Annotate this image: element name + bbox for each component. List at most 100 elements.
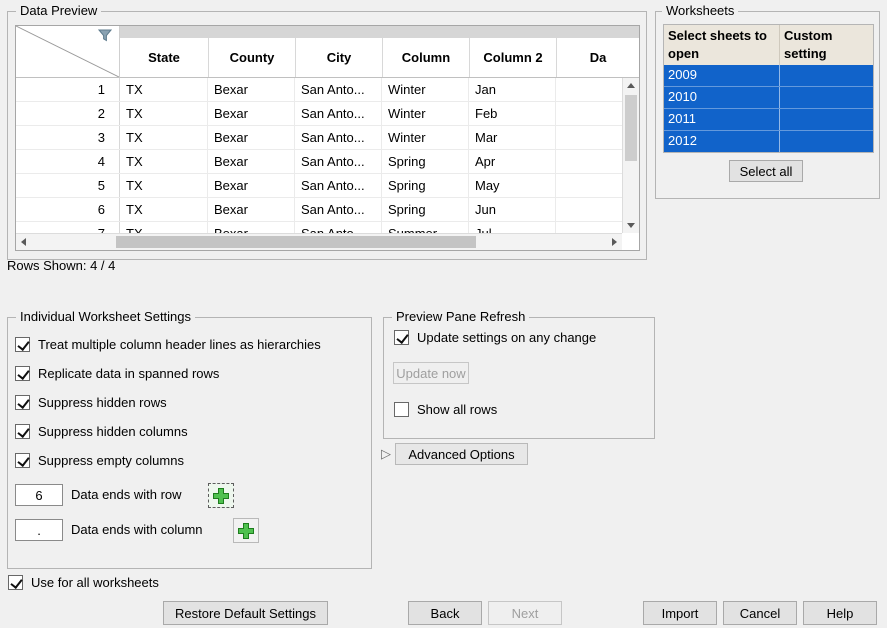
checkbox-suppress-hidden-rows[interactable]	[15, 395, 30, 410]
table-cell[interactable]: Bexar	[208, 174, 295, 197]
data-ends-column-input[interactable]	[15, 519, 63, 541]
table-cell[interactable]: TX	[120, 222, 208, 233]
table-row: 7TXBexarSan Anto...SummerJul	[16, 222, 622, 233]
table-cell[interactable]	[556, 222, 622, 233]
back-button[interactable]: Back	[408, 601, 482, 625]
table-cell[interactable]: Apr	[469, 150, 556, 173]
scroll-up-button[interactable]	[623, 78, 639, 93]
restore-default-settings-button[interactable]: Restore Default Settings	[163, 601, 328, 625]
table-cell[interactable]	[556, 102, 622, 125]
scroll-right-button[interactable]	[607, 234, 622, 250]
table-cell[interactable]: Spring	[382, 174, 469, 197]
table-cell[interactable]	[556, 126, 622, 149]
table-cell[interactable]: Summer	[382, 222, 469, 233]
table-cell[interactable]: May	[469, 174, 556, 197]
table-cell[interactable]	[556, 198, 622, 221]
worksheet-row-2011[interactable]: 2011	[664, 108, 873, 130]
row-number[interactable]: 1	[16, 78, 120, 101]
vertical-scrollbar[interactable]	[622, 78, 639, 233]
worksheet-row-2012[interactable]: 2012	[664, 130, 873, 152]
column-header-da[interactable]: Da	[556, 38, 639, 77]
row-number[interactable]: 6	[16, 198, 120, 221]
table-cell[interactable]: Spring	[382, 198, 469, 221]
table-cell[interactable]: Mar	[469, 126, 556, 149]
worksheet-row-2009[interactable]: 2009	[664, 65, 873, 86]
table-cell[interactable]	[556, 150, 622, 173]
column-header-city[interactable]: City	[295, 38, 382, 77]
update-on-change-checkbox[interactable]	[394, 330, 409, 345]
data-ends-row-input[interactable]	[15, 484, 63, 506]
select-all-button[interactable]: Select all	[729, 160, 803, 182]
checkbox-replicate-data-in-spanned-rows[interactable]	[15, 366, 30, 381]
help-button[interactable]: Help	[803, 601, 877, 625]
table-cell[interactable]: San Anto...	[295, 78, 382, 101]
table-cell[interactable]: Winter	[382, 78, 469, 101]
table-cell[interactable]: Winter	[382, 126, 469, 149]
table-cell[interactable]: TX	[120, 78, 208, 101]
table-cell[interactable]: San Anto...	[295, 174, 382, 197]
table-cell[interactable]: TX	[120, 174, 208, 197]
checkbox-treat-multiple-column-header-lines-as-hierarchies[interactable]	[15, 337, 30, 352]
disclosure-triangle-icon[interactable]: ▷	[381, 445, 391, 463]
table-cell[interactable]: Bexar	[208, 198, 295, 221]
table-cell[interactable]: San Anto...	[295, 222, 382, 233]
table-cell[interactable]: San Anto...	[295, 102, 382, 125]
table-cell[interactable]	[556, 174, 622, 197]
table-cell[interactable]: Jun	[469, 198, 556, 221]
column-header-column[interactable]: Column	[382, 38, 469, 77]
arrow-right-icon	[612, 238, 617, 246]
settings-checkbox-row: Treat multiple column header lines as hi…	[15, 330, 321, 359]
table-cell[interactable]: TX	[120, 150, 208, 173]
custom-setting-column-header: Custom setting	[780, 25, 873, 65]
row-number[interactable]: 3	[16, 126, 120, 149]
table-cell[interactable]: San Anto...	[295, 126, 382, 149]
table-cell[interactable]: Bexar	[208, 126, 295, 149]
table-cell[interactable]: TX	[120, 102, 208, 125]
checkbox-suppress-hidden-columns[interactable]	[15, 424, 30, 439]
table-row: 2TXBexarSan Anto...WinterFeb	[16, 102, 622, 126]
use-all-worksheets-checkbox[interactable]	[8, 575, 23, 590]
table-cell[interactable]: Winter	[382, 102, 469, 125]
row-number[interactable]: 5	[16, 174, 120, 197]
worksheet-list: 2009201020112012	[664, 65, 873, 152]
add-row-marker-button[interactable]	[208, 483, 234, 508]
update-now-button[interactable]: Update now	[393, 362, 469, 384]
next-button[interactable]: Next	[488, 601, 562, 625]
horizontal-scrollbar[interactable]	[16, 233, 622, 250]
row-number[interactable]: 2	[16, 102, 120, 125]
column-header-column-2[interactable]: Column 2	[469, 38, 556, 77]
table-cell[interactable]: Bexar	[208, 150, 295, 173]
scroll-left-button[interactable]	[16, 234, 31, 250]
sheet-name: 2011	[664, 109, 780, 130]
cancel-button[interactable]: Cancel	[723, 601, 797, 625]
row-number[interactable]: 7	[16, 222, 120, 233]
table-cell[interactable]: Jan	[469, 78, 556, 101]
table-cell[interactable]: San Anto...	[295, 150, 382, 173]
table-cell[interactable]: Bexar	[208, 78, 295, 101]
corner-header-cell[interactable]	[16, 26, 120, 78]
table-cell[interactable]: Bexar	[208, 102, 295, 125]
data-ends-row-label: Data ends with row	[71, 484, 182, 506]
column-header-county[interactable]: County	[208, 38, 295, 77]
table-cell[interactable]: Bexar	[208, 222, 295, 233]
add-column-marker-button[interactable]	[233, 518, 259, 543]
table-row: 6TXBexarSan Anto...SpringJun	[16, 198, 622, 222]
table-cell[interactable]: Jul	[469, 222, 556, 233]
table-cell[interactable]: TX	[120, 198, 208, 221]
table-cell[interactable]: San Anto...	[295, 198, 382, 221]
column-header-state[interactable]: State	[120, 38, 208, 77]
import-button[interactable]: Import	[643, 601, 717, 625]
row-number[interactable]: 4	[16, 150, 120, 173]
advanced-options-button[interactable]: Advanced Options	[395, 443, 528, 465]
horizontal-scroll-thumb[interactable]	[116, 236, 476, 248]
checkbox-suppress-empty-columns[interactable]	[15, 453, 30, 468]
show-all-rows-checkbox[interactable]	[394, 402, 409, 417]
table-cell[interactable]: Spring	[382, 150, 469, 173]
table-cell[interactable]: TX	[120, 126, 208, 149]
vertical-scroll-thumb[interactable]	[625, 95, 637, 161]
worksheet-row-2010[interactable]: 2010	[664, 86, 873, 108]
scroll-down-button[interactable]	[623, 218, 639, 233]
table-cell[interactable]	[556, 78, 622, 101]
plus-icon	[212, 487, 230, 505]
table-cell[interactable]: Feb	[469, 102, 556, 125]
